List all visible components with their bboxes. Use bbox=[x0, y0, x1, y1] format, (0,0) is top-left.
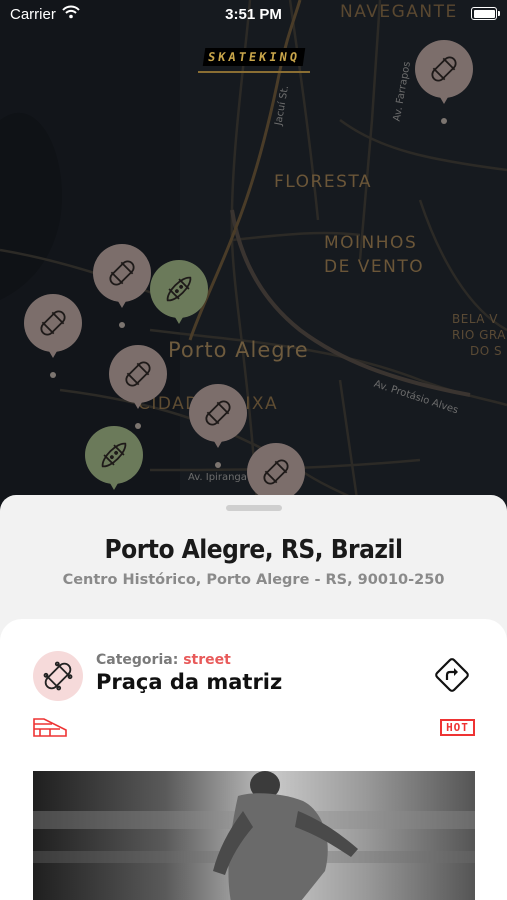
skateboard-icon bbox=[40, 310, 66, 336]
map-label-bela-2: RIO GRA bbox=[452, 328, 506, 342]
map-label-moinhos-1: MOINHOS bbox=[324, 233, 418, 253]
app-logo-underline bbox=[198, 71, 310, 73]
app-logo: SKATEKINQ bbox=[182, 48, 326, 73]
map-pin-longboard[interactable] bbox=[85, 426, 143, 498]
pin-tail bbox=[131, 397, 145, 409]
pin-tail bbox=[172, 312, 186, 324]
pin-tail bbox=[437, 92, 451, 104]
pin-dot bbox=[50, 372, 56, 378]
status-bar: Carrier 3:51 PM bbox=[0, 0, 507, 28]
hot-badge: HOT bbox=[440, 719, 475, 736]
map-pin-street[interactable] bbox=[93, 244, 151, 328]
skateboard-icon bbox=[205, 400, 231, 426]
category-avatar bbox=[33, 651, 83, 701]
map-pin-street[interactable] bbox=[24, 294, 82, 378]
pin-dot bbox=[119, 322, 125, 328]
battery-icon bbox=[471, 7, 500, 20]
spot-name: Praça da matriz bbox=[96, 670, 283, 694]
map-label-moinhos-2: DE VENTO bbox=[324, 257, 425, 277]
longboard-icon bbox=[166, 276, 192, 302]
pin-circle bbox=[85, 426, 143, 484]
map-pin-street[interactable] bbox=[189, 384, 247, 468]
location-address: Centro Histórico, Porto Alegre - RS, 900… bbox=[62, 572, 445, 588]
skateboard-icon bbox=[125, 361, 151, 387]
map-label-city: Porto Alegre bbox=[168, 338, 309, 362]
skateboard-icon bbox=[43, 661, 73, 691]
map-view[interactable]: NAVEGANTE FLORESTA MOINHOS DE VENTO BELA… bbox=[0, 0, 507, 520]
map-label-av-ipiranga: Av. Ipiranga bbox=[188, 472, 247, 483]
directions-icon[interactable] bbox=[432, 655, 472, 695]
app-logo-text: SKATEKINQ bbox=[202, 48, 306, 66]
pin-circle bbox=[93, 244, 151, 302]
status-time: 3:51 PM bbox=[225, 6, 282, 23]
skateboard-icon bbox=[109, 260, 135, 286]
map-pin-street[interactable] bbox=[415, 40, 473, 124]
category-line: Categoria: street bbox=[96, 652, 231, 668]
ramp-icon bbox=[33, 718, 67, 737]
pin-tail bbox=[115, 296, 129, 308]
spot-photo[interactable] bbox=[33, 771, 475, 900]
map-pin-street[interactable] bbox=[109, 345, 167, 429]
pin-tail bbox=[46, 346, 60, 358]
pin-tail bbox=[107, 478, 121, 490]
map-label-floresta: FLORESTA bbox=[274, 172, 373, 192]
map-label-bela-1: BELA V bbox=[452, 312, 499, 326]
location-title: Porto Alegre, RS, Brazil bbox=[104, 535, 403, 565]
map-pin-longboard[interactable] bbox=[150, 260, 208, 332]
category-label: Categoria: bbox=[96, 652, 179, 668]
spot-card[interactable]: Categoria: street Praça da matriz HOT bbox=[0, 619, 507, 900]
pin-circle bbox=[109, 345, 167, 403]
pin-circle bbox=[247, 443, 305, 501]
pin-circle bbox=[189, 384, 247, 442]
skateboard-icon bbox=[431, 56, 457, 82]
pin-dot bbox=[215, 462, 221, 468]
longboard-icon bbox=[101, 442, 127, 468]
skater-photo-image bbox=[33, 771, 475, 900]
map-label-bela-3: DO S bbox=[470, 344, 503, 358]
pin-dot bbox=[441, 118, 447, 124]
pin-circle bbox=[415, 40, 473, 98]
pin-tail bbox=[211, 436, 225, 448]
skateboard-icon bbox=[263, 459, 289, 485]
sheet-grabber[interactable] bbox=[226, 505, 282, 511]
pin-circle bbox=[24, 294, 82, 352]
pin-circle bbox=[150, 260, 208, 318]
category-value: street bbox=[183, 652, 231, 668]
location-sheet[interactable]: Porto Alegre, RS, Brazil Centro Históric… bbox=[0, 495, 507, 900]
